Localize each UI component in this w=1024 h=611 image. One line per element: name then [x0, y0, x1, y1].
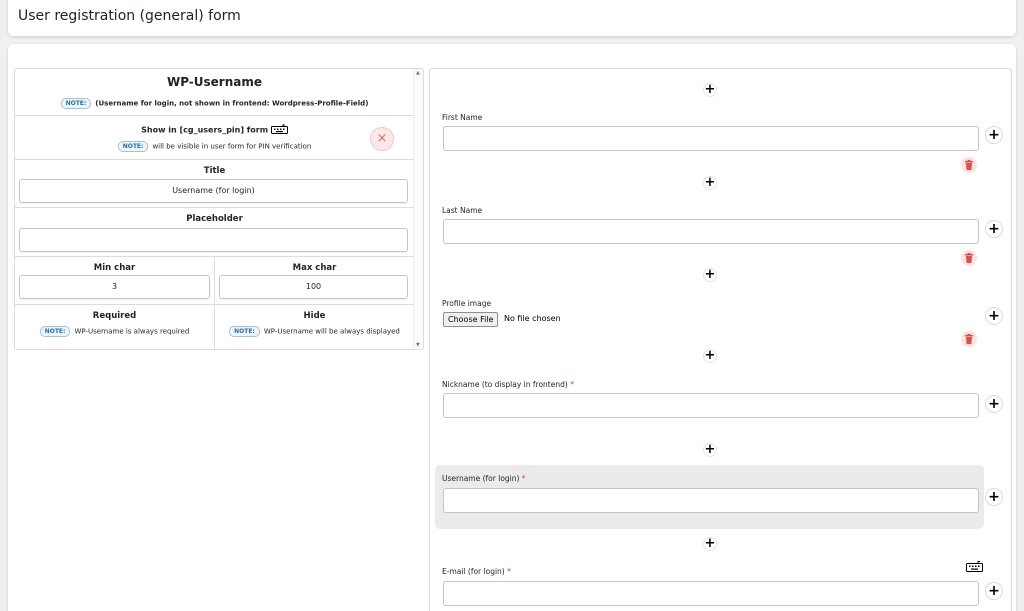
- note-badge: NOTE:: [39, 326, 71, 337]
- pin-note: NOTE: will be visible in user form for PI…: [15, 141, 414, 152]
- hide-note: NOTE: WP-Username will be always displaye…: [215, 326, 414, 337]
- keyboard-icon: [966, 557, 983, 576]
- nickname-label: Nickname (to display in frontend) *: [442, 380, 574, 389]
- required-label: Required: [92, 311, 137, 321]
- page-title: User registration (general) form: [18, 8, 241, 24]
- note-badge: NOTE:: [229, 326, 260, 337]
- trash-icon[interactable]: [961, 250, 977, 266]
- note-badge: NOTE:: [117, 141, 149, 152]
- placeholder-input[interactable]: [19, 228, 408, 252]
- trash-icon[interactable]: [961, 157, 977, 173]
- field-note-text: (Username for login, not shown in fronte…: [95, 99, 369, 108]
- placeholder-section: Placeholder: [15, 208, 414, 257]
- title-label: Title: [203, 166, 226, 176]
- title-section: Title Username (for login): [15, 160, 414, 208]
- plus-icon[interactable]: +: [985, 126, 1003, 144]
- pin-toggle[interactable]: Show in [cg_users_pin] form: [15, 124, 414, 136]
- field-note: NOTE: (Username for login, not shown in f…: [15, 98, 414, 109]
- username-input[interactable]: [443, 488, 979, 513]
- title-input[interactable]: Username (for login): [19, 179, 408, 203]
- nickname-label-text: Nickname (to display in frontend): [442, 380, 568, 389]
- min-char-label: Min char: [93, 263, 136, 273]
- required-mark: *: [570, 380, 574, 389]
- plus-icon[interactable]: +: [985, 582, 1003, 600]
- note-badge: NOTE:: [60, 98, 92, 109]
- last-name-label: Last Name: [442, 206, 483, 215]
- no-file-text: No file chosen: [504, 314, 561, 323]
- page-header: User registration (general) form: [8, 0, 1016, 36]
- plus-icon[interactable]: +: [985, 307, 1003, 325]
- scroll-down-icon[interactable]: ▼: [416, 342, 420, 348]
- first-name-input[interactable]: [443, 126, 979, 151]
- char-limits-section: Min char Max char 3 100: [15, 257, 414, 305]
- plus-icon[interactable]: +: [703, 349, 717, 363]
- placeholder-label: Placeholder: [186, 214, 243, 224]
- profile-image-label: Profile image: [442, 299, 492, 308]
- min-char-input[interactable]: 3: [19, 275, 210, 299]
- plus-icon[interactable]: +: [985, 220, 1003, 238]
- nickname-input[interactable]: [443, 393, 979, 418]
- plus-icon[interactable]: +: [703, 537, 717, 551]
- email-label: E-mail (for login) *: [442, 567, 511, 576]
- first-name-label: First Name: [442, 113, 483, 122]
- pin-note-text: will be visible in user form for PIN ver…: [152, 142, 312, 151]
- hide-note-text: WP-Username will be always displayed: [263, 327, 400, 336]
- field-name-section: WP-Username NOTE: (Username for login, no…: [15, 69, 414, 116]
- plus-icon[interactable]: +: [703, 443, 717, 457]
- email-label-text: E-mail (for login): [442, 567, 505, 576]
- plus-icon[interactable]: +: [703, 268, 717, 282]
- required-mark: *: [507, 567, 511, 576]
- plus-icon[interactable]: +: [985, 395, 1003, 413]
- keyboard-icon: [270, 124, 288, 136]
- max-char-label: Max char: [292, 263, 337, 273]
- max-char-input[interactable]: 100: [219, 275, 408, 299]
- plus-icon[interactable]: +: [985, 488, 1003, 506]
- pin-label: Show in [cg_users_pin] form: [141, 125, 269, 135]
- pin-section: Show in [cg_users_pin] form NOTE: will be…: [15, 116, 414, 160]
- username-label-text: Username (for login): [442, 474, 520, 483]
- email-input[interactable]: [443, 581, 979, 606]
- close-icon[interactable]: ×: [370, 127, 394, 151]
- required-mark: *: [521, 474, 526, 483]
- required-hide-section: Required Hide NOTE: WP-Username is always…: [15, 305, 414, 349]
- required-note-text: WP-Username is always required: [74, 327, 190, 336]
- trash-icon[interactable]: [961, 331, 977, 347]
- hide-label: Hide: [303, 311, 326, 321]
- choose-file-button[interactable]: Choose File: [443, 312, 499, 327]
- required-note: NOTE: WP-Username is always required: [15, 326, 214, 337]
- last-name-input[interactable]: [443, 219, 979, 244]
- plus-icon[interactable]: +: [703, 176, 717, 190]
- username-label: Username (for login) *: [442, 474, 526, 483]
- settings-scrollbar[interactable]: ▲ ▼: [413, 69, 423, 349]
- plus-icon[interactable]: +: [703, 83, 717, 97]
- field-settings-panel: ▲ ▼ WP-Username NOTE: (Username for login…: [14, 68, 424, 350]
- scroll-up-icon[interactable]: ▲: [416, 70, 420, 76]
- field-name: WP-Username: [166, 75, 263, 89]
